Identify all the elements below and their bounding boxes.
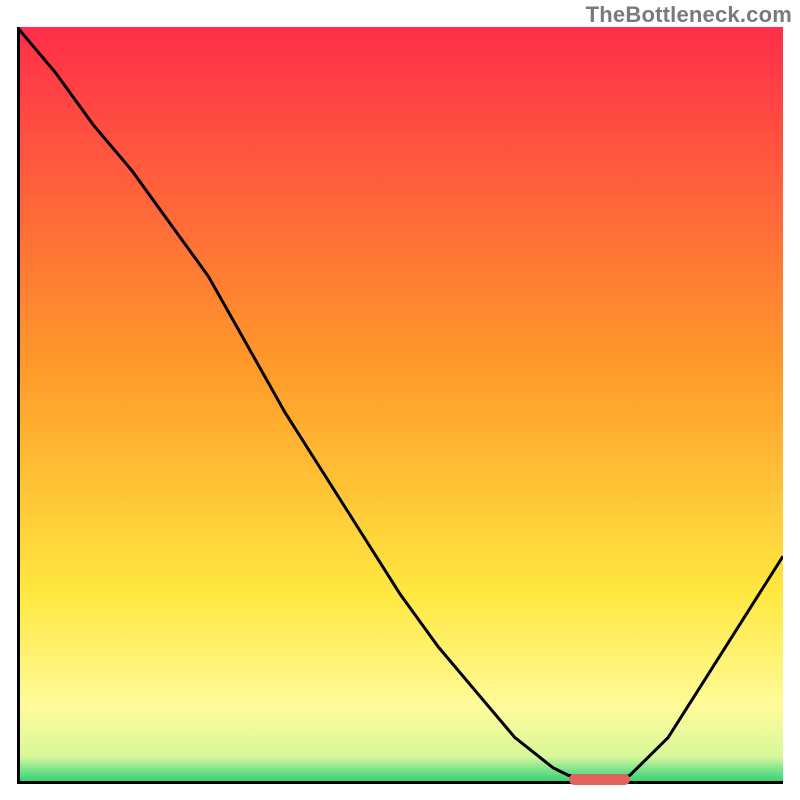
y-axis bbox=[17, 27, 20, 783]
x-axis bbox=[17, 781, 783, 784]
bottleneck-curve bbox=[17, 27, 783, 783]
plot-area bbox=[17, 27, 783, 783]
watermark-text: TheBottleneck.com bbox=[586, 2, 792, 28]
chart-container: TheBottleneck.com bbox=[0, 0, 800, 800]
optimal-range-marker bbox=[569, 774, 630, 785]
